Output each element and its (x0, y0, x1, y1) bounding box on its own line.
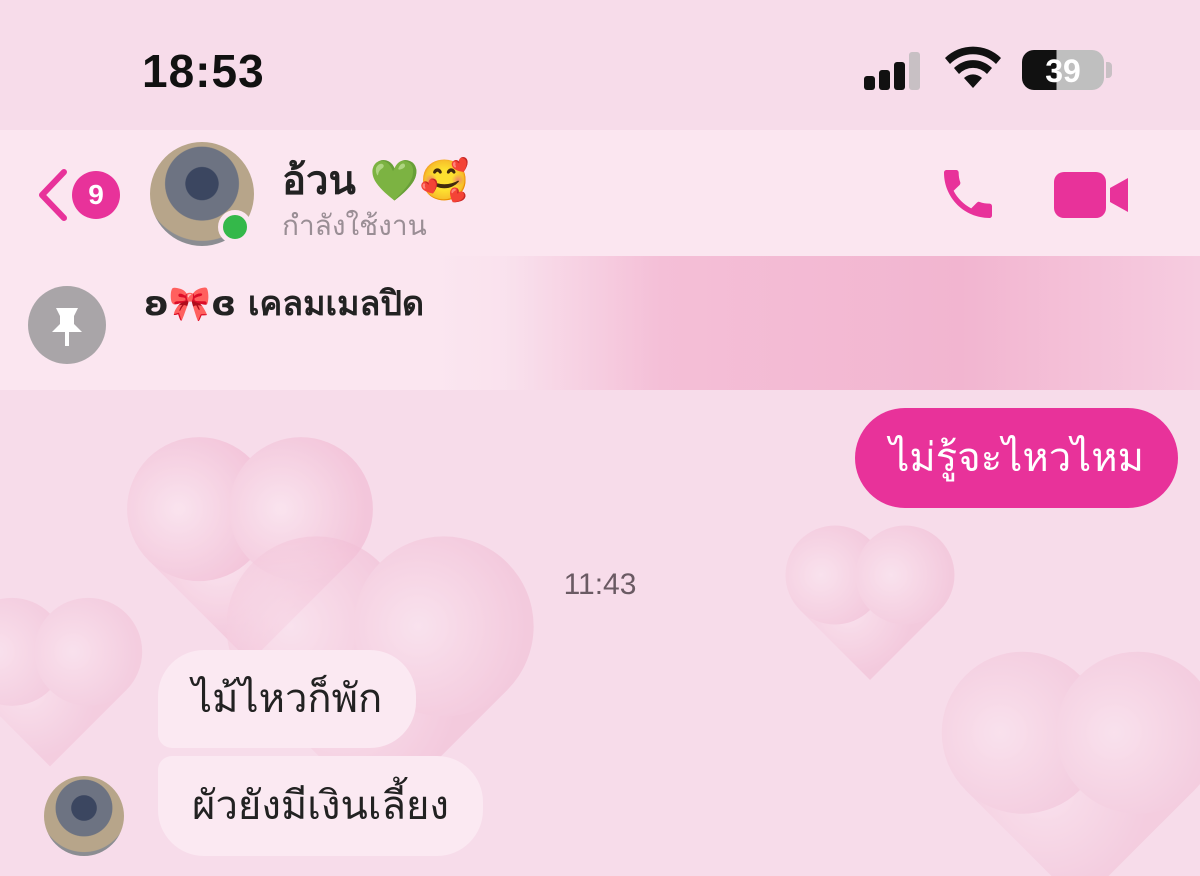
online-indicator (218, 210, 252, 244)
video-camera-icon[interactable] (1052, 170, 1130, 220)
chat-header: 9 อ้วน 💚🥰 กำลังใช้งาน (0, 130, 1200, 256)
battery-tip (1106, 62, 1112, 78)
unread-badge: 9 (72, 171, 120, 219)
battery-icon: 39 (1022, 50, 1104, 90)
incoming-message-bubble[interactable]: ผัวยังมีเงินเลี้ยง (158, 756, 483, 856)
active-status: กำลังใช้งาน (282, 209, 427, 242)
status-bar: 18:53 39 (0, 0, 1200, 130)
outgoing-message-bubble[interactable]: ไม่รู้จะไหวไหม (855, 408, 1178, 508)
incoming-message-bubble[interactable]: ไม้ไหวก็พัก (158, 650, 417, 748)
back-chevron-icon (39, 169, 67, 221)
message-timestamp: 11:43 (563, 568, 637, 601)
contact-name[interactable]: อ้วน 💚🥰 (282, 148, 469, 212)
signal-icon (864, 52, 924, 90)
pinned-message-bar[interactable]: ʚ🎀ɞ เคลมเมลปิด (0, 256, 1200, 390)
pinned-message-text: ʚ🎀ɞ เคลมเมลปิด (144, 284, 425, 324)
phone-icon[interactable] (936, 162, 1000, 226)
wifi-icon (945, 46, 1001, 88)
back-button[interactable]: 9 (36, 168, 120, 222)
pin-icon-button (28, 286, 106, 364)
battery-level: 39 (1045, 53, 1081, 89)
sender-avatar[interactable] (44, 776, 124, 856)
clock: 18:53 (142, 45, 265, 97)
pin-icon (52, 308, 82, 346)
